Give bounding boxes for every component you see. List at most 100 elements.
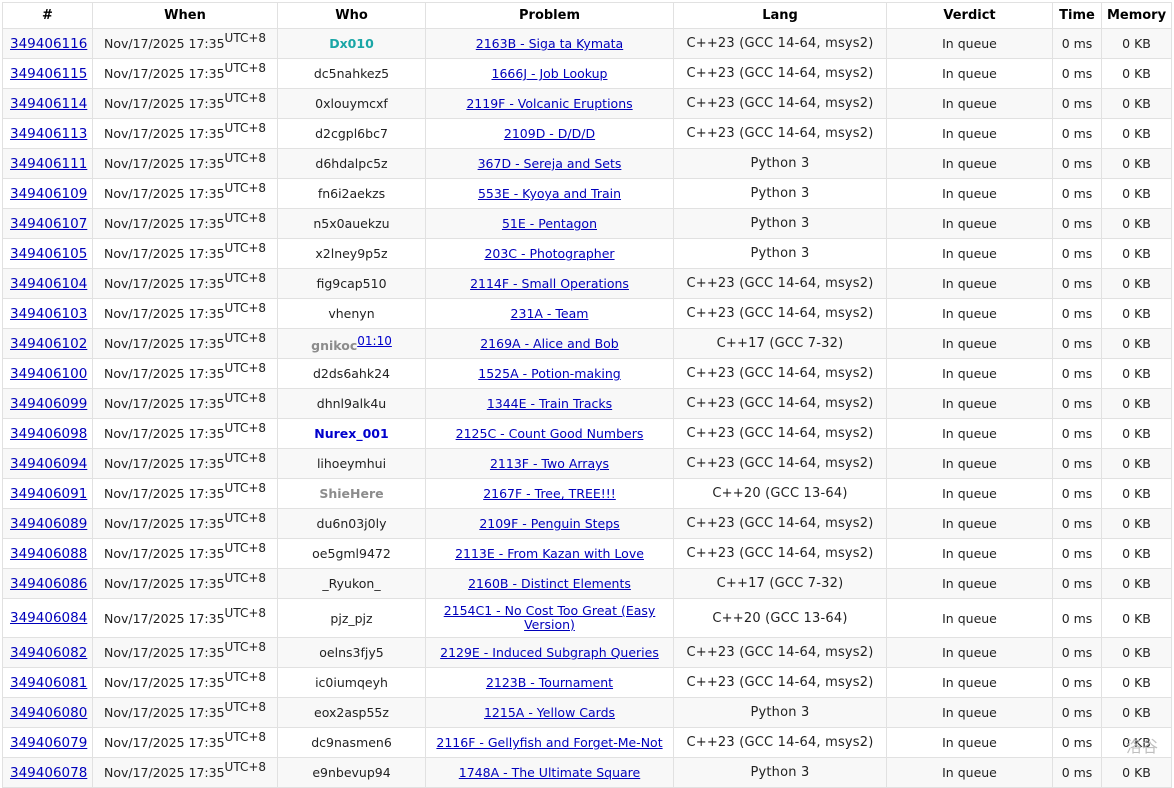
submission-id-link[interactable]: 349406105 <box>10 246 87 262</box>
user-handle-link[interactable]: oelns3fjy5 <box>319 645 383 660</box>
language-label: C++23 (GCC 14-64, msys2) <box>686 276 874 291</box>
user-handle-link[interactable]: fig9cap510 <box>316 276 386 291</box>
problem-cell: 203C - Photographer <box>425 238 674 269</box>
user-handle-link[interactable]: pjz_pjz <box>330 611 372 626</box>
submission-time: Nov/17/2025 17:35 <box>104 735 225 750</box>
submission-id-link[interactable]: 349406102 <box>10 336 87 352</box>
submission-id-link[interactable]: 349406114 <box>10 96 87 112</box>
table-row: 349406103 Nov/17/2025 17:35UTC+8 vhenyn 231… <box>2 298 1172 329</box>
time-cell: 0 ms <box>1052 697 1102 728</box>
memory-cell: 0 KB <box>1101 88 1172 119</box>
submission-id-link[interactable]: 349406111 <box>10 156 87 172</box>
submission-id-link[interactable]: 349406116 <box>10 36 87 52</box>
submission-time: Nov/17/2025 17:35 <box>104 156 225 171</box>
problem-link[interactable]: 231A - Team <box>511 306 589 321</box>
who-cell: eox2asp55z <box>277 697 426 728</box>
verdict-cell: In queue <box>886 238 1053 269</box>
problem-link[interactable]: 2119F - Volcanic Eruptions <box>466 96 632 111</box>
submission-id-link[interactable]: 349406100 <box>10 366 87 382</box>
problem-cell: 2109F - Penguin Steps <box>425 508 674 539</box>
submission-id-link[interactable]: 349406107 <box>10 216 87 232</box>
user-handle-link[interactable]: eox2asp55z <box>314 705 389 720</box>
when-cell: Nov/17/2025 17:35UTC+8 <box>92 178 278 209</box>
problem-link[interactable]: 2163B - Siga ta Kymata <box>476 36 623 51</box>
user-handle-link[interactable]: ic0iumqeyh <box>315 675 388 690</box>
submission-id-link[interactable]: 349406113 <box>10 126 87 142</box>
memory-cell: 0 KB <box>1101 58 1172 89</box>
problem-link[interactable]: 2169A - Alice and Bob <box>480 336 619 351</box>
user-handle-link[interactable]: du6n03j0ly <box>317 516 387 531</box>
problem-link[interactable]: 51E - Pentagon <box>502 216 597 231</box>
problem-link[interactable]: 367D - Sereja and Sets <box>478 156 622 171</box>
problem-link[interactable]: 2113F - Two Arrays <box>490 456 609 471</box>
problem-link[interactable]: 1666J - Job Lookup <box>492 66 608 81</box>
user-handle-link[interactable]: vhenyn <box>328 306 374 321</box>
user-handle-link[interactable]: dc5nahkez5 <box>314 66 389 81</box>
timezone-label: UTC+8 <box>224 700 267 714</box>
submission-id-link[interactable]: 349406082 <box>10 645 87 661</box>
problem-link[interactable]: 2114F - Small Operations <box>470 276 629 291</box>
submission-id-link[interactable]: 349406089 <box>10 516 87 532</box>
problem-link[interactable]: 1344E - Train Tracks <box>487 396 612 411</box>
user-handle-link[interactable]: ShieHere <box>319 486 383 501</box>
user-handle-link[interactable]: e9nbevup94 <box>312 765 390 780</box>
submission-id-link[interactable]: 349406104 <box>10 276 87 292</box>
user-handle-link[interactable]: Dx010 <box>329 36 374 51</box>
user-handle-link[interactable]: dhnl9alk4u <box>317 396 386 411</box>
problem-link[interactable]: 1525A - Potion-making <box>478 366 620 381</box>
submission-id-link[interactable]: 349406086 <box>10 576 87 592</box>
problem-link[interactable]: 2113E - From Kazan with Love <box>455 546 644 561</box>
time-cell: 0 ms <box>1052 178 1102 209</box>
user-handle-link[interactable]: fn6i2aekzs <box>318 186 385 201</box>
problem-link[interactable]: 2123B - Tournament <box>486 675 613 690</box>
problem-link[interactable]: 2109D - D/D/D <box>504 126 595 141</box>
submission-id-link[interactable]: 349406081 <box>10 675 87 691</box>
submission-id-cell: 349406115 <box>2 58 93 89</box>
submission-id-link[interactable]: 349406078 <box>10 765 87 781</box>
when-cell: Nov/17/2025 17:35UTC+8 <box>92 727 278 758</box>
user-handle-link[interactable]: d6hdalpc5z <box>315 156 387 171</box>
user-handle-link[interactable]: oe5gml9472 <box>312 546 391 561</box>
submission-id-link[interactable]: 349406088 <box>10 546 87 562</box>
problem-link[interactable]: 1748A - The Ultimate Square <box>459 765 640 780</box>
problem-link[interactable]: 2125C - Count Good Numbers <box>456 426 644 441</box>
participant-time-link[interactable]: 01:10 <box>357 334 392 348</box>
submission-id-link[interactable]: 349406094 <box>10 456 87 472</box>
table-row: 349406086 Nov/17/2025 17:35UTC+8 _Ryukon_ 2… <box>2 568 1172 599</box>
submission-id-link[interactable]: 349406099 <box>10 396 87 412</box>
submission-id-link[interactable]: 349406115 <box>10 66 87 82</box>
time-value: 0 ms <box>1061 216 1093 231</box>
user-handle-link[interactable]: 0xlouymcxf <box>315 96 388 111</box>
time-cell: 0 ms <box>1052 508 1102 539</box>
user-handle-link[interactable]: dc9nasmen6 <box>311 735 392 750</box>
user-handle-link[interactable]: d2ds6ahk24 <box>313 366 390 381</box>
submission-id-link[interactable]: 349406103 <box>10 306 87 322</box>
problem-link[interactable]: 2160B - Distinct Elements <box>468 576 631 591</box>
time-cell: 0 ms <box>1052 208 1102 239</box>
user-handle-link[interactable]: x2lney9p5z <box>315 246 387 261</box>
problem-link[interactable]: 2154C1 - No Cost Too Great (Easy Version… <box>444 603 656 632</box>
user-handle-link[interactable]: _Ryukon_ <box>322 576 380 591</box>
submission-id-link[interactable]: 349406080 <box>10 705 87 721</box>
col-header-lang: Lang <box>673 2 887 29</box>
submission-id-link[interactable]: 349406109 <box>10 186 87 202</box>
user-handle-link[interactable]: d2cgpl6bc7 <box>315 126 388 141</box>
problem-link[interactable]: 2116F - Gellyfish and Forget-Me-Not <box>436 735 662 750</box>
submission-id-link[interactable]: 349406084 <box>10 610 87 626</box>
problem-link[interactable]: 553E - Kyoya and Train <box>478 186 621 201</box>
user-handle-link[interactable]: Nurex_001 <box>314 426 388 441</box>
submission-id-link[interactable]: 349406091 <box>10 486 87 502</box>
language-cell: C++23 (GCC 14-64, msys2) <box>673 538 887 569</box>
submission-id-link[interactable]: 349406079 <box>10 735 87 751</box>
problem-link[interactable]: 2109F - Penguin Steps <box>479 516 619 531</box>
user-handle-link[interactable]: lihoeymhui <box>317 456 386 471</box>
submission-time: Nov/17/2025 17:35 <box>104 456 225 471</box>
problem-link[interactable]: 203C - Photographer <box>484 246 614 261</box>
submission-id-link[interactable]: 349406098 <box>10 426 87 442</box>
user-handle-link[interactable]: n5x0auekzu <box>313 216 389 231</box>
problem-link[interactable]: 1215A - Yellow Cards <box>484 705 615 720</box>
problem-link[interactable]: 2167F - Tree, TREE!!! <box>483 486 616 501</box>
problem-link[interactable]: 2129E - Induced Subgraph Queries <box>440 645 659 660</box>
table-row: 349406089 Nov/17/2025 17:35UTC+8 du6n03j0l… <box>2 508 1172 539</box>
user-handle-link[interactable]: gnikoc <box>311 338 357 353</box>
